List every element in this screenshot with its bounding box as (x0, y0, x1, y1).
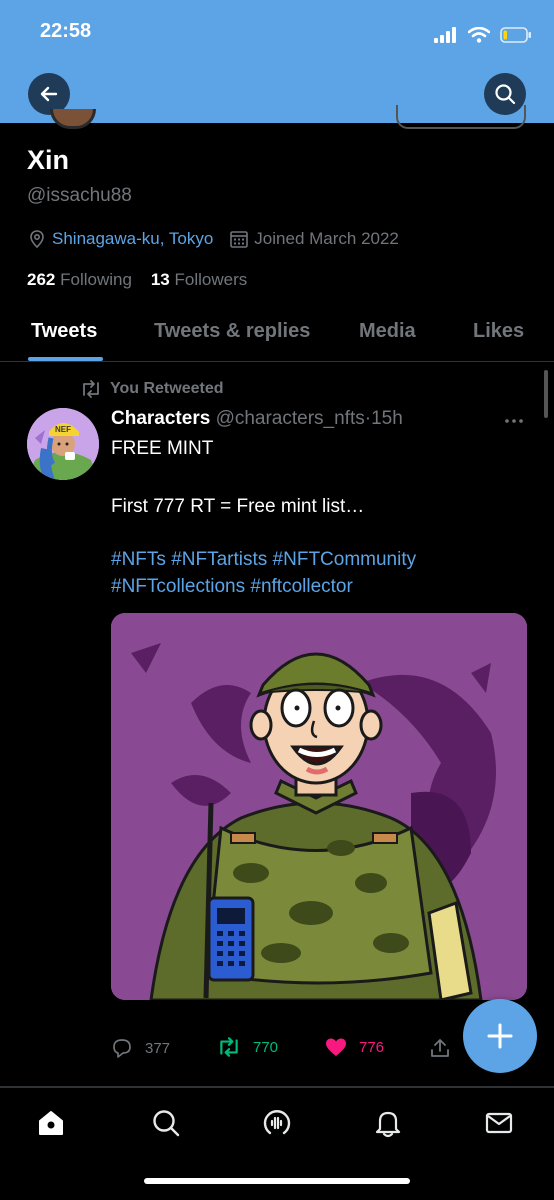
notifications-icon (375, 1111, 401, 1138)
profile-location[interactable]: Shinagawa-ku, Tokyo (52, 229, 213, 249)
retweet-icon (220, 1037, 238, 1057)
signal-icon (434, 27, 456, 43)
nav-search[interactable] (149, 1106, 183, 1140)
like-count: 776 (359, 1038, 385, 1056)
search-icon (495, 84, 516, 105)
tweet-media-image[interactable] (111, 613, 527, 1000)
profile-handle: @issachu88 (27, 185, 132, 206)
hashtag-link[interactable]: #NFTs (111, 549, 166, 570)
hashtag-link[interactable]: #NFTartists (171, 549, 267, 570)
follow-stats: 262 Following 13 Followers (27, 270, 247, 290)
status-time: 22:58 (40, 20, 92, 42)
tweet-time[interactable]: 15h (371, 408, 403, 429)
location-pin-icon (30, 230, 44, 249)
heart-icon (326, 1038, 346, 1056)
compose-tweet-button[interactable] (463, 999, 537, 1073)
followers-label: Followers (174, 270, 248, 289)
status-bar: 22:58 (0, 20, 554, 50)
edit-profile-button[interactable] (396, 105, 526, 129)
plus-icon (487, 1023, 513, 1049)
status-icons (434, 22, 532, 48)
hashtag-link[interactable]: #nftcollector (250, 576, 352, 597)
tweet-hashtags-1: #NFTs #NFTartists #NFTCommunity (111, 549, 416, 571)
reply-icon (113, 1039, 131, 1058)
hashtag-link[interactable]: #NFTcollections (111, 576, 245, 597)
tab-tweets-replies[interactable]: Tweets & replies (154, 320, 310, 343)
profile-avatar[interactable] (50, 109, 96, 129)
retweet-label: You Retweeted (110, 380, 224, 397)
following-count: 262 (27, 270, 56, 289)
tweet-text-line-2: First 777 RT = Free mint list… (111, 496, 365, 517)
reply-count: 377 (145, 1039, 171, 1057)
share-button[interactable] (429, 1037, 451, 1059)
following-link[interactable]: 262 Following (27, 270, 132, 289)
battery-icon (500, 27, 531, 43)
profile-joined: Joined March 2022 (254, 229, 399, 248)
tab-media[interactable]: Media (359, 320, 416, 343)
retweet-button[interactable]: 770 (217, 1037, 278, 1057)
reply-button[interactable]: 377 (111, 1037, 170, 1059)
nav-messages[interactable] (482, 1106, 516, 1140)
tweet-author-name[interactable]: Characters (111, 408, 210, 429)
search-icon (153, 1110, 180, 1137)
following-label: Following (60, 270, 132, 289)
retweet-context: You Retweeted (80, 380, 224, 398)
tweet-author-avatar[interactable]: NEF (27, 408, 99, 480)
retweet-count: 770 (253, 1038, 279, 1056)
arrow-left-icon (40, 86, 58, 102)
nav-notifications[interactable] (371, 1106, 405, 1140)
followers-link[interactable]: 13 Followers (151, 270, 247, 289)
like-button[interactable]: 776 (325, 1037, 384, 1057)
profile-tabs: Tweets Tweets & replies Media Likes (0, 308, 554, 362)
tab-likes[interactable]: Likes (473, 320, 524, 343)
profile-name: Xin (27, 145, 70, 175)
profile-meta: Shinagawa-ku, Tokyo Joined March 2022 (27, 229, 399, 249)
tweet-card[interactable]: You Retweeted NEF Characters @characters… (0, 362, 554, 1087)
avatar-cap-text: NEF (55, 425, 71, 434)
messages-icon (485, 1112, 513, 1134)
more-dots-icon[interactable] (504, 418, 524, 424)
wifi-icon (468, 27, 490, 43)
tweet-hashtags-2: #NFTcollections #nftcollector (111, 576, 353, 598)
tweet-header: Characters @characters_nfts·15h (111, 408, 403, 430)
tweet-text-line-1: FREE MINT (111, 438, 214, 459)
nav-spaces[interactable] (260, 1106, 294, 1140)
followers-count: 13 (150, 270, 170, 289)
calendar-icon (230, 231, 249, 248)
home-indicator[interactable] (144, 1178, 410, 1184)
spaces-icon (263, 1110, 291, 1135)
active-tab-indicator (28, 357, 103, 361)
tweet-author-handle[interactable]: @characters_nfts (216, 408, 365, 429)
home-icon (39, 1111, 63, 1135)
hashtag-link[interactable]: #NFTCommunity (273, 549, 417, 570)
share-icon (431, 1039, 449, 1057)
nav-home[interactable] (34, 1106, 68, 1140)
tab-tweets[interactable]: Tweets (31, 320, 97, 343)
retweet-icon (83, 380, 99, 398)
